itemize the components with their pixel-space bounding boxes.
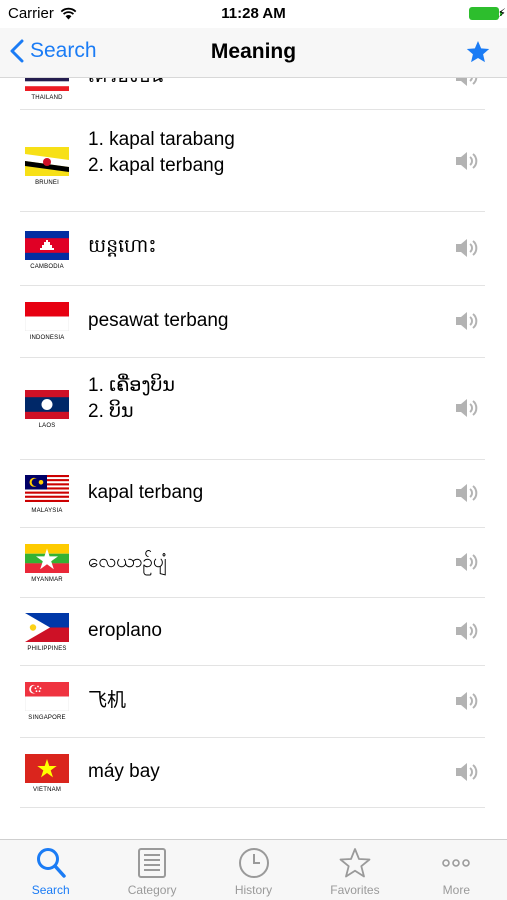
speaker-icon[interactable] (455, 551, 481, 573)
flag-block: THAILAND (24, 78, 70, 101)
speaker-icon[interactable] (455, 620, 481, 642)
meaning-line: 2. ບິນ (88, 401, 134, 422)
list-item[interactable]: MYANMAR လေယာဉ်ပျံ (0, 528, 507, 598)
vietnam-flag-icon (25, 754, 69, 783)
laos-flag-icon (25, 390, 69, 419)
tab-more[interactable]: More (406, 840, 507, 900)
flag-block: CAMBODIA (24, 231, 70, 270)
tab-label: History (234, 883, 273, 897)
meaning-text: เครื่องบิน (88, 78, 163, 90)
country-label: MALAYSIA (31, 508, 63, 514)
tab-favorites[interactable]: Favorites (304, 840, 405, 900)
singapore-flag-icon (25, 682, 69, 711)
country-label: VIETNAM (32, 787, 62, 793)
list-item[interactable]: LAOS 1. ເຄື່ອງບິນ 2. ບິນ (0, 358, 507, 460)
status-bar: Carrier 11:28 AM ⚡ (0, 0, 507, 28)
row-divider (20, 807, 485, 808)
speaker-icon[interactable] (455, 690, 481, 712)
list-item[interactable]: CAMBODIA យន្តហោះ (0, 212, 507, 286)
star-icon (339, 848, 371, 878)
country-label: INDONESIA (29, 335, 65, 341)
search-icon (36, 848, 66, 878)
brunei-flag-icon (25, 147, 69, 176)
speaker-icon[interactable] (455, 150, 481, 172)
more-icon (442, 859, 471, 867)
flag-block: MALAYSIA (24, 475, 70, 514)
country-label: MYANMAR (31, 577, 63, 583)
speaker-icon[interactable] (455, 397, 481, 419)
list-item[interactable]: VIETNAM máy bay (0, 738, 507, 808)
flag-block: LAOS (24, 390, 70, 429)
country-label: SINGAPORE (28, 715, 66, 721)
cambodia-flag-icon (25, 231, 69, 260)
star-filled-icon (466, 40, 490, 63)
tab-category[interactable]: Category (101, 840, 202, 900)
battery-icon (469, 7, 502, 20)
tab-label: Search (31, 883, 70, 897)
list-item[interactable]: PHILIPPINES eroplano (0, 598, 507, 666)
flag-block: SINGAPORE (24, 682, 70, 721)
country-label: LAOS (38, 423, 56, 429)
country-label: BRUNEI (35, 180, 59, 186)
meaning-line: เครื่องบิน (88, 78, 163, 90)
meaning-line: យន្តហោះ (88, 236, 157, 257)
tab-label: More (442, 883, 470, 897)
meaning-line: pesawat terbang (88, 310, 229, 331)
meaning-text: 1. kapal tarabang 2. kapal terbang (88, 127, 235, 179)
meaning-text: máy bay (88, 759, 160, 785)
indonesia-flag-icon (25, 302, 69, 331)
myanmar-flag-icon (25, 544, 69, 573)
clock-icon (238, 848, 269, 878)
meaning-line: máy bay (88, 761, 160, 782)
meaning-line: kapal terbang (88, 482, 204, 503)
list-item[interactable]: THAILAND เครื่องบิน (0, 78, 507, 110)
tab-history[interactable]: History (203, 840, 304, 900)
meaning-line: 1. ເຄື່ອງບິນ (88, 375, 175, 396)
philippines-flag-icon (25, 613, 69, 642)
speaker-icon[interactable] (455, 78, 481, 88)
navigation-bar: Search Meaning (0, 28, 507, 78)
speaker-icon[interactable] (455, 310, 481, 332)
list-item[interactable]: MALAYSIA kapal terbang (0, 460, 507, 528)
meaning-text: 飞机 (88, 688, 126, 714)
charging-bolt-icon: ⚡ (497, 6, 506, 20)
country-label: THAILAND (31, 95, 63, 101)
meaning-line: 飞机 (88, 690, 127, 711)
list-item[interactable]: INDONESIA pesawat terbang (0, 286, 507, 358)
meaning-line: လေယာဉ်ပျံ (88, 551, 167, 572)
speaker-icon[interactable] (455, 482, 481, 504)
country-label: CAMBODIA (30, 264, 64, 270)
tab-label: Favorites (330, 883, 380, 897)
meaning-text: 1. ເຄື່ອງບິນ 2. ບິນ (88, 373, 175, 425)
speaker-icon[interactable] (455, 761, 481, 783)
meaning-text: လေယာဉ်ပျံ (88, 549, 167, 575)
meaning-list[interactable]: THAILAND เครื่องบิน BRUNEI 1. kapal tara… (0, 78, 507, 840)
flag-block: BRUNEI (24, 147, 70, 186)
list-item[interactable]: BRUNEI 1. kapal tarabang 2. kapal terban… (0, 110, 507, 212)
page-title: Meaning (210, 40, 297, 63)
speaker-icon[interactable] (455, 237, 481, 259)
status-time: 11:28 AM (221, 5, 286, 22)
tab-label: Category (127, 883, 177, 897)
meaning-line: 1. kapal tarabang (88, 129, 235, 150)
meaning-text: យន្តហោះ (88, 234, 157, 260)
tab-bar: Search Category History Favorites More (0, 839, 507, 900)
meaning-line: eroplano (88, 620, 162, 641)
meaning-text: kapal terbang (88, 480, 203, 506)
flag-block: MYANMAR (24, 544, 70, 583)
meaning-text: pesawat terbang (88, 308, 229, 334)
meaning-line: 2. kapal terbang (88, 155, 225, 176)
tab-search[interactable]: Search (0, 840, 101, 900)
thailand-flag-icon (25, 78, 69, 91)
malaysia-flag-icon (25, 475, 69, 504)
meaning-text: eroplano (88, 618, 162, 644)
flag-block: PHILIPPINES (24, 613, 70, 652)
flag-block: INDONESIA (24, 302, 70, 341)
country-label: PHILIPPINES (27, 646, 67, 652)
flag-block: VIETNAM (24, 754, 70, 793)
favorite-button[interactable] (465, 39, 491, 70)
category-icon (138, 848, 167, 878)
list-item[interactable]: SINGAPORE 飞机 (0, 666, 507, 738)
